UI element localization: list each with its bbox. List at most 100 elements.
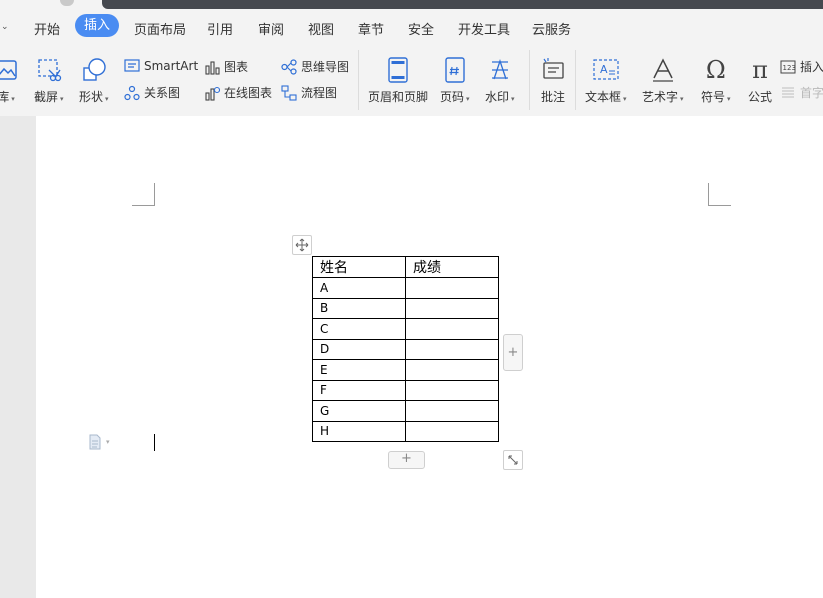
header-footer-label: 页眉和页脚 <box>368 90 429 104</box>
resize-diagonal-icon <box>508 455 518 465</box>
page-number-icon <box>441 56 469 84</box>
omega-icon: Ω <box>705 56 726 84</box>
chart-button[interactable]: 图表 <box>204 58 248 75</box>
screenshot-button[interactable]: 截屏 ▾ <box>34 56 64 105</box>
menu-page-layout[interactable]: 页面布局 <box>134 19 186 38</box>
menu-developer-tools[interactable]: 开发工具 <box>458 19 510 38</box>
symbol-label: 符号 <box>701 90 726 104</box>
add-row-button[interactable]: + <box>388 451 425 469</box>
watermark-button[interactable]: 水印 ▾ <box>485 56 515 105</box>
table-row: B <box>312 297 499 319</box>
table-row: E <box>312 359 499 381</box>
relation-diagram-icon <box>124 85 140 101</box>
wordart-button[interactable]: 艺术字 ▾ <box>642 56 684 105</box>
relation-diagram-button[interactable]: 关系图 <box>124 84 180 101</box>
name-cell[interactable]: A <box>312 277 406 299</box>
menu-cloud-service[interactable]: 云服务 <box>532 19 571 38</box>
dropdown-arrow-icon: ▾ <box>60 95 64 103</box>
table-row: D <box>312 338 499 360</box>
smartart-button[interactable]: SmartArt <box>124 58 198 74</box>
menu-security[interactable]: 安全 <box>408 19 434 38</box>
gallery-button[interactable]: 库 ▾ <box>0 56 20 105</box>
menu-references[interactable]: 引用 <box>207 19 233 38</box>
title-bar <box>0 0 823 10</box>
screenshot-label: 截屏 <box>34 90 59 104</box>
wordart-icon <box>649 56 677 84</box>
online-chart-button[interactable]: 在线图表 <box>204 84 272 101</box>
crop-mark-top-left <box>132 183 155 206</box>
comment-icon <box>539 56 567 84</box>
comment-label: 批注 <box>540 90 565 104</box>
table-resize-handle[interactable] <box>503 450 523 470</box>
score-cell[interactable] <box>405 359 499 381</box>
flowchart-icon <box>281 84 297 101</box>
score-table[interactable]: 姓名 成绩 A B C D E F G H <box>312 256 499 442</box>
name-cell[interactable]: H <box>312 420 406 442</box>
dropdown-arrow-icon: ▾ <box>105 95 109 103</box>
score-cell[interactable] <box>405 379 499 401</box>
table-move-handle[interactable] <box>292 235 312 255</box>
mindmap-icon <box>281 58 297 75</box>
text-cursor <box>154 434 155 451</box>
dropdown-arrow-icon: ▾ <box>511 95 515 103</box>
table-row: G <box>312 400 499 422</box>
comment-button[interactable]: 批注 <box>539 56 567 105</box>
online-chart-label: 在线图表 <box>224 86 273 100</box>
menu-chapter[interactable]: 章节 <box>358 19 384 38</box>
textbox-button[interactable]: A 文本框 ▾ <box>585 56 627 105</box>
mindmap-button[interactable]: 思维导图 <box>281 58 349 75</box>
name-cell[interactable]: D <box>312 338 406 360</box>
name-cell[interactable]: B <box>312 297 406 319</box>
watermark-icon <box>486 56 514 84</box>
chevron-down-icon[interactable]: ⌄ <box>1 22 9 32</box>
mindmap-label: 思维导图 <box>301 60 350 74</box>
shapes-button[interactable]: 形状 ▾ <box>79 56 109 105</box>
name-cell[interactable]: G <box>312 400 406 422</box>
add-column-button[interactable]: + <box>503 334 523 371</box>
flowchart-label: 流程图 <box>301 86 338 100</box>
score-cell[interactable] <box>405 400 499 422</box>
dropdown-arrow-icon: ▾ <box>623 95 627 103</box>
gallery-label: 库 <box>0 90 10 104</box>
watermark-label: 水印 <box>485 90 510 104</box>
name-cell[interactable]: C <box>312 318 406 340</box>
header-footer-button[interactable]: 页眉和页脚 <box>368 56 428 105</box>
dropcap-icon <box>780 85 796 101</box>
dropcap-button[interactable]: 首字 <box>780 84 823 101</box>
name-cell[interactable]: F <box>312 379 406 401</box>
document-icon <box>89 434 101 450</box>
online-chart-icon <box>204 85 220 101</box>
menu-insert[interactable]: 插入 <box>75 14 120 37</box>
svg-text:A: A <box>600 63 608 76</box>
score-cell[interactable] <box>405 318 499 340</box>
table-row: H <box>312 420 499 442</box>
screenshot-scissors-icon <box>35 56 63 84</box>
formula-button[interactable]: π 公式 <box>746 56 774 105</box>
textbox-label: 文本框 <box>585 90 622 104</box>
picture-icon <box>0 56 20 84</box>
ribbon-insert: 库 ▾ 截屏 ▾ 形状 ▾ SmartArt 关系图 图表 在线图表 思维导图 流 <box>0 44 823 117</box>
ribbon-separator <box>575 50 576 110</box>
score-cell[interactable] <box>405 420 499 442</box>
insert-number-button[interactable]: 123 插入 <box>780 58 823 75</box>
crop-mark-top-right <box>708 183 731 206</box>
score-cell[interactable] <box>405 297 499 319</box>
score-cell[interactable] <box>405 277 499 299</box>
menu-view[interactable]: 视图 <box>308 19 334 38</box>
flowchart-button[interactable]: 流程图 <box>281 84 337 101</box>
header-cell-score[interactable]: 成绩 <box>405 256 499 278</box>
textbox-icon: A <box>592 56 620 84</box>
score-cell[interactable] <box>405 338 499 360</box>
paragraph-layout-button[interactable]: ▾ <box>88 434 110 450</box>
svg-text:123: 123 <box>783 64 796 72</box>
menu-review[interactable]: 审阅 <box>258 19 284 38</box>
page-number-button[interactable]: 页码 ▾ <box>440 56 470 105</box>
menu-home[interactable]: 开始 <box>34 19 60 38</box>
header-footer-icon <box>384 56 412 84</box>
symbol-button[interactable]: Ω 符号 ▾ <box>701 56 731 105</box>
dropcap-label: 首字 <box>800 86 823 100</box>
dropdown-arrow-icon: ▾ <box>106 438 110 446</box>
header-cell-name[interactable]: 姓名 <box>312 256 406 278</box>
wordart-label: 艺术字 <box>642 90 679 104</box>
name-cell[interactable]: E <box>312 359 406 381</box>
